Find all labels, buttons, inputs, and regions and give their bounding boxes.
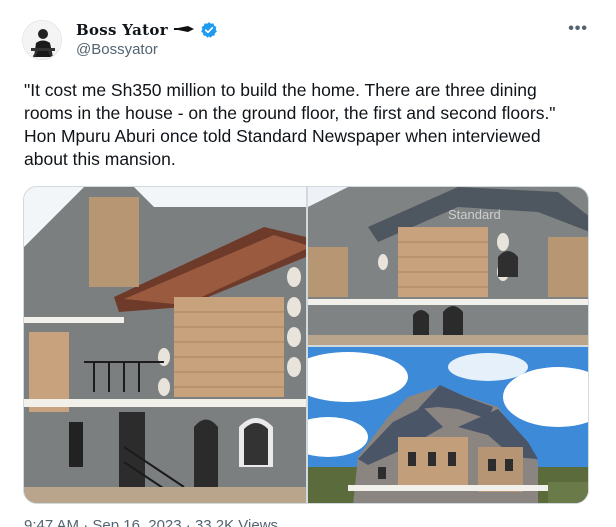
pencil-icon: [172, 21, 196, 39]
house-photo-1[interactable]: [24, 187, 306, 503]
verified-badge-icon: [200, 21, 218, 39]
display-name[interactable]: Boss Yator: [76, 21, 168, 39]
avatar-image: [23, 21, 61, 59]
author-name-row[interactable]: Boss Yator: [76, 21, 218, 39]
avatar[interactable]: [22, 20, 62, 60]
tweet-timestamp[interactable]: 9:47 AM · Sep 16, 2023 · 33.2K Views: [24, 517, 278, 527]
house-photo-3[interactable]: [308, 347, 588, 503]
media-grid: Standard: [23, 186, 589, 504]
tweet-card: Boss Yator @Bossyator ••• "It cost me Sh…: [0, 0, 616, 527]
photo-watermark: Standard: [448, 207, 501, 222]
house-photo-2[interactable]: Standard: [308, 187, 588, 345]
author-handle[interactable]: @Bossyator: [76, 41, 158, 58]
tweet-text: "It cost me Sh350 million to build the h…: [24, 79, 594, 171]
tweet-text-line: Hon Mpuru Aburi once told Standard Newsp…: [24, 126, 541, 146]
tweet-text-line: about this mansion.: [24, 149, 176, 169]
tweet-text-line: "It cost me Sh350 million to build the h…: [24, 80, 537, 100]
tweet-text-line: rooms in the house - on the ground floor…: [24, 103, 556, 123]
more-options-icon[interactable]: •••: [568, 20, 588, 38]
